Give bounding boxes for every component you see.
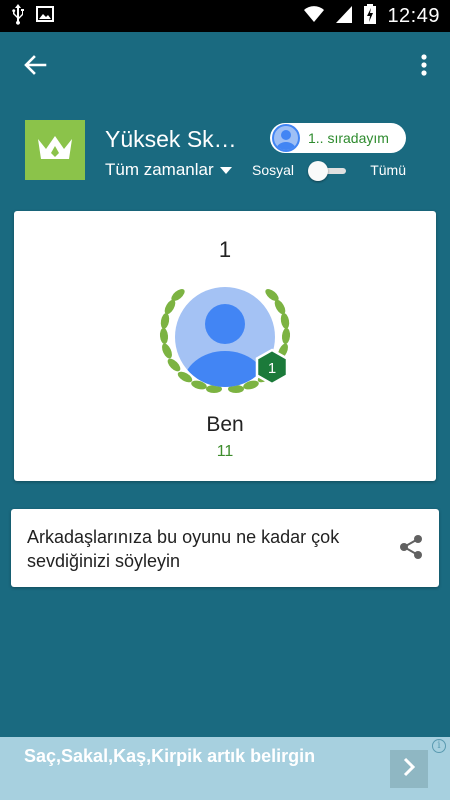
usb-icon bbox=[10, 3, 26, 30]
timespan-label: Tüm zamanlar bbox=[105, 160, 214, 179]
chevron-right-icon bbox=[402, 757, 416, 782]
level-number: 1 bbox=[267, 360, 277, 377]
person-icon bbox=[276, 130, 296, 150]
player-avatar[interactable]: 1 bbox=[158, 281, 292, 397]
more-options-button[interactable] bbox=[412, 50, 436, 84]
wifi-icon bbox=[303, 4, 325, 29]
share-button[interactable] bbox=[397, 534, 425, 565]
player-score: 11 bbox=[216, 443, 234, 460]
timespan-dropdown[interactable]: Tüm zamanlar bbox=[105, 160, 232, 180]
social-all-toggle: Sosyal Tümü bbox=[252, 160, 412, 184]
share-card[interactable]: Arkadaşlarınıza bu oyunu ne kadar çok se… bbox=[11, 509, 439, 587]
leaderboard-title: Yüksek Sk… bbox=[105, 126, 237, 152]
ad-info-icon[interactable]: i bbox=[432, 739, 446, 753]
signal-icon bbox=[335, 4, 353, 29]
more-vert-icon bbox=[421, 53, 427, 81]
leaderboard-header: Yüksek Sk… Tüm zamanlar 1.. sıradayım So… bbox=[0, 120, 450, 190]
leaderboard-icon bbox=[25, 120, 85, 180]
my-rank-chip[interactable]: 1.. sıradayım bbox=[270, 123, 406, 153]
player-name: Ben bbox=[206, 413, 244, 436]
laurel-avatar bbox=[159, 287, 291, 393]
switch-thumb bbox=[308, 161, 328, 181]
toggle-all-label: Tümü bbox=[370, 162, 406, 178]
arrow-back-icon bbox=[23, 54, 47, 81]
crown-icon bbox=[35, 133, 75, 168]
status-bar: 12:49 bbox=[0, 0, 450, 32]
avatar bbox=[272, 124, 300, 152]
dropdown-arrow-icon bbox=[219, 160, 232, 180]
ad-text: Saç,Sakal,Kaş,Kirpik artık belirgin bbox=[24, 746, 316, 766]
player-card: 1 1 Ben 11 bbox=[14, 211, 436, 481]
ad-banner[interactable]: Saç,Sakal,Kaş,Kirpik artık belirgin i bbox=[0, 737, 450, 800]
image-icon bbox=[36, 5, 54, 27]
ad-go-button[interactable] bbox=[390, 750, 428, 788]
share-message: Arkadaşlarınıza bu oyunu ne kadar çok se… bbox=[27, 527, 340, 571]
battery-charging-icon bbox=[363, 3, 377, 30]
social-all-switch[interactable] bbox=[308, 160, 348, 182]
player-rank: 1 bbox=[218, 237, 232, 262]
toggle-social-label: Sosyal bbox=[252, 162, 295, 178]
back-button[interactable] bbox=[18, 52, 52, 82]
status-time: 12:49 bbox=[387, 4, 440, 27]
share-icon bbox=[399, 534, 423, 565]
app-bar bbox=[0, 32, 450, 102]
my-rank-label: 1.. sıradayım bbox=[308, 130, 389, 146]
